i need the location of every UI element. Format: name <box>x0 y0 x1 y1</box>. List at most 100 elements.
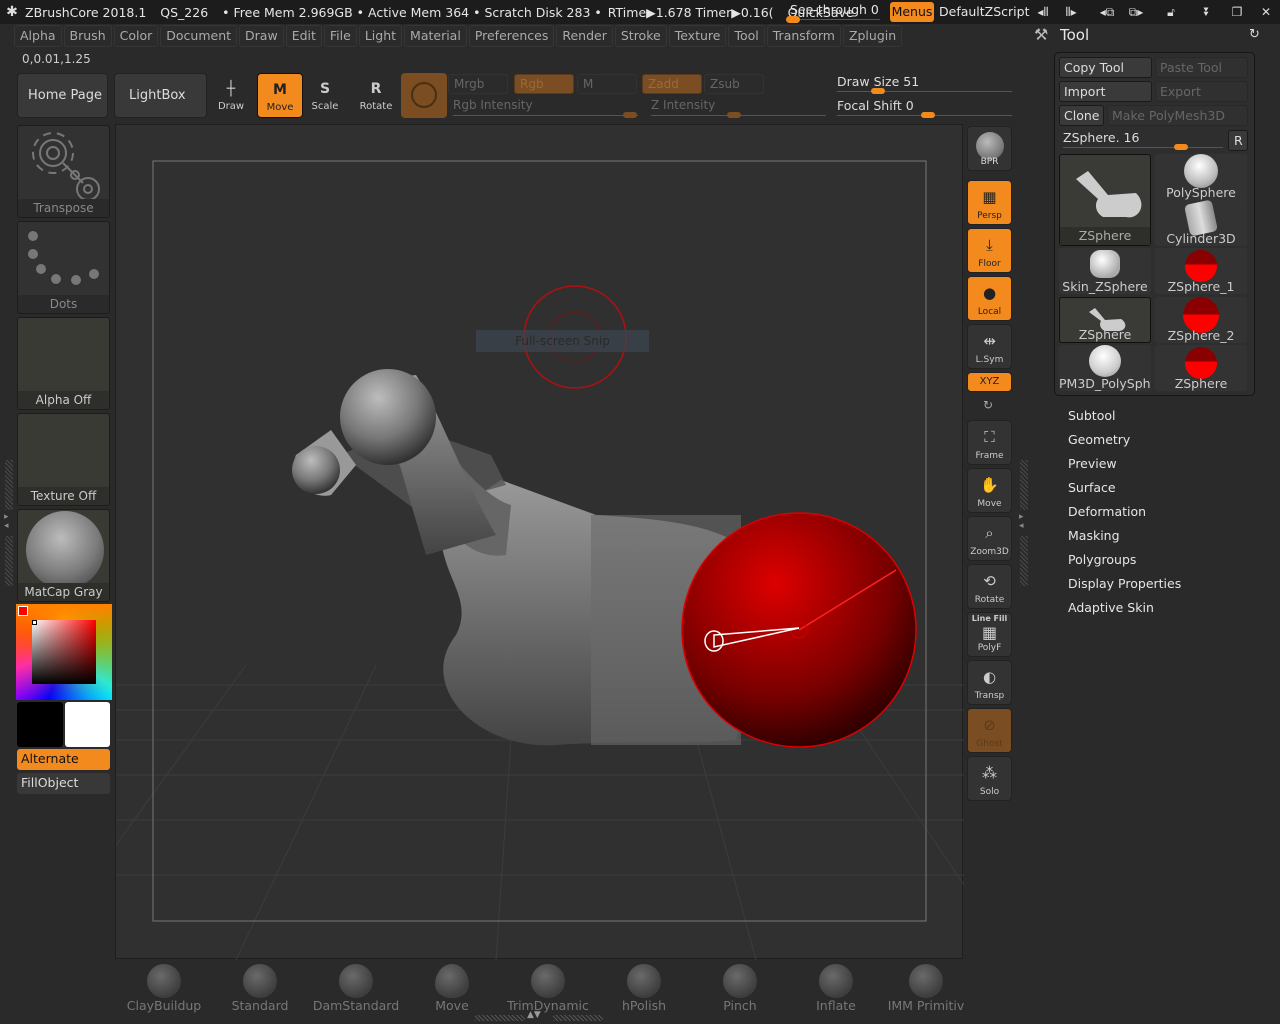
main-color-swatch[interactable] <box>18 606 28 616</box>
export-button[interactable]: Export <box>1155 81 1248 102</box>
home-page-button[interactable]: Home Page <box>17 73 108 118</box>
menu-material[interactable]: Material <box>404 25 467 47</box>
next-layout-icon[interactable]: ⧉▸ <box>1124 3 1148 21</box>
lsym-button[interactable]: ⇹ L.Sym <box>967 324 1012 369</box>
menu-document[interactable]: Document <box>160 25 238 47</box>
tool-thumb-pm3d-polysphere[interactable]: PM3D_PolySpher <box>1059 345 1151 391</box>
rotate-button[interactable]: R Rotate <box>353 73 399 118</box>
dots-stroke-button[interactable]: Dots <box>17 221 110 314</box>
default-zscript[interactable]: DefaultZScript <box>939 4 1030 19</box>
brush-claybuildup[interactable]: ClayBuildup <box>119 962 209 1013</box>
tool-slider-knob[interactable] <box>1174 144 1188 150</box>
m-button[interactable]: M <box>577 74 637 94</box>
tool-slider-track[interactable] <box>1063 147 1223 148</box>
z-intensity-knob[interactable] <box>727 112 741 118</box>
zsphere-model[interactable] <box>292 369 917 748</box>
menu-edit[interactable]: Edit <box>285 25 322 47</box>
menu-transform[interactable]: Transform <box>766 25 841 47</box>
make-polymesh3d-button[interactable]: Make PolyMesh3D <box>1107 105 1248 126</box>
brush-inflate[interactable]: Inflate <box>791 962 881 1013</box>
transpose-stroke-button[interactable]: Transpose <box>17 125 110 218</box>
solo-button[interactable]: ⁂ Solo <box>967 756 1012 801</box>
prev-layout-icon[interactable]: ◂⧉ <box>1095 3 1119 21</box>
tool-thumb-zsphere-1[interactable]: ZSphere_1 <box>1155 248 1247 294</box>
expand-right-icon[interactable]: ⦀▸ <box>1058 3 1084 21</box>
subpalette-preview[interactable]: Preview <box>1068 456 1117 471</box>
ghost-button[interactable]: ⊘ Ghost <box>967 708 1012 753</box>
local-button[interactable]: ● Local <box>967 276 1012 321</box>
floor-button[interactable]: ⤓ Floor <box>967 228 1012 273</box>
shrink-left-icon[interactable]: ◂⦀ <box>1030 3 1056 21</box>
document-canvas[interactable]: Full-screen Snip <box>115 124 965 961</box>
brush-standard[interactable]: Standard <box>215 962 305 1013</box>
reset-icon[interactable]: ↻ <box>1249 27 1260 42</box>
xyz-button[interactable]: XYZ <box>967 372 1012 392</box>
right-shelf-collapse-icon[interactable]: ▸ ◂ <box>1019 513 1024 531</box>
viewport-scene[interactable] <box>115 125 965 961</box>
menu-draw[interactable]: Draw <box>239 25 284 47</box>
alpha-button[interactable]: Alpha Off <box>17 317 110 410</box>
tool-thumb-zsphere-active[interactable]: ZSphere <box>1059 154 1151 246</box>
lock-icon[interactable]: 🔓︎ <box>1162 3 1180 21</box>
menu-zplugin[interactable]: Zplugin <box>842 25 903 47</box>
brush-move[interactable]: Move <box>407 962 497 1013</box>
tool-thumb-polysphere[interactable]: PolySphere <box>1155 154 1247 200</box>
restore-icon[interactable]: ❐ <box>1228 3 1246 21</box>
bottom-shelf-grip-right[interactable] <box>553 1015 603 1021</box>
left-shelf-collapse-icon[interactable]: ▸ ◂ <box>4 513 9 531</box>
rotate-view-button[interactable]: ⟲ Rotate <box>967 564 1012 609</box>
transp-button[interactable]: ◐ Transp <box>967 660 1012 705</box>
subpalette-surface[interactable]: Surface <box>1068 480 1116 495</box>
lightbox-button[interactable]: LightBox <box>114 73 207 118</box>
menu-texture[interactable]: Texture <box>668 25 727 47</box>
tool-thumb-cylinder3d[interactable]: Cylinder3D <box>1155 199 1247 246</box>
move-button[interactable]: M Move <box>257 73 303 118</box>
tool-thumb-skin-zsphere[interactable]: Skin_ZSphere <box>1059 248 1151 294</box>
secondary-color-white[interactable] <box>65 702 110 747</box>
right-shelf-grip-bottom[interactable] <box>1020 536 1028 586</box>
frame-button[interactable]: ⛶ Frame <box>967 420 1012 465</box>
tool-thumb-zsphere-2[interactable]: ZSphere <box>1059 297 1151 343</box>
material-button[interactable]: MatCap Gray <box>17 509 110 602</box>
right-shelf-grip-top[interactable] <box>1020 460 1028 510</box>
menu-render[interactable]: Render <box>556 25 613 47</box>
color-picker-sv-square[interactable] <box>32 620 96 684</box>
zsub-button[interactable]: Zsub <box>704 74 764 94</box>
draw-size-knob[interactable] <box>871 88 885 94</box>
menu-stroke[interactable]: Stroke <box>614 25 667 47</box>
bottom-shelf-toggle-icon[interactable]: ▲▼ <box>527 1010 541 1020</box>
polyf-button[interactable]: Line Fill ▦ PolyF <box>967 612 1012 657</box>
subpalette-display-properties[interactable]: Display Properties <box>1068 576 1181 591</box>
menu-file[interactable]: File <box>323 25 357 47</box>
minimize-icon[interactable]: ⏬︎ <box>1198 3 1216 21</box>
r-button[interactable]: R <box>1228 130 1248 151</box>
menu-tool[interactable]: Tool <box>728 25 765 47</box>
brush-damstandard[interactable]: DamStandard <box>311 962 401 1013</box>
menu-light[interactable]: Light <box>358 25 403 47</box>
fillobject-button[interactable]: FillObject <box>17 773 110 794</box>
draw-size-track[interactable] <box>837 91 1012 92</box>
brush-hpolish[interactable]: hPolish <box>599 962 689 1013</box>
rgb-intensity-track[interactable] <box>453 115 638 116</box>
left-shelf-grip-top[interactable] <box>5 460 13 510</box>
menu-alpha[interactable]: Alpha <box>14 25 62 47</box>
left-shelf-grip-bottom[interactable] <box>5 536 13 586</box>
tool-palette-header[interactable]: ⚒ Tool ↻ <box>1030 25 1280 47</box>
paste-tool-button[interactable]: Paste Tool <box>1155 57 1248 78</box>
menus-button[interactable]: Menus <box>890 2 934 22</box>
zoom3d-button[interactable]: ⌕ Zoom3D <box>967 516 1012 561</box>
clone-button[interactable]: Clone <box>1059 105 1104 126</box>
subpalette-subtool[interactable]: Subtool <box>1068 408 1115 423</box>
subpalette-masking[interactable]: Masking <box>1068 528 1120 543</box>
subpalette-adaptive-skin[interactable]: Adaptive Skin <box>1068 600 1154 615</box>
zadd-button[interactable]: Zadd <box>642 74 702 94</box>
rgb-intensity-knob[interactable] <box>623 112 637 118</box>
see-through-slider[interactable]: See-through 0 <box>784 2 880 23</box>
brush-pinch[interactable]: Pinch <box>695 962 785 1013</box>
move-view-button[interactable]: ✋ Move <box>967 468 1012 513</box>
see-through-knob[interactable] <box>786 16 800 23</box>
rgb-button[interactable]: Rgb <box>514 74 574 94</box>
bottom-shelf-grip-left[interactable] <box>475 1015 525 1021</box>
color-picker-hue-ring[interactable] <box>16 604 112 700</box>
brush-imm-primitives[interactable]: IMM Primitiv <box>881 962 971 1013</box>
